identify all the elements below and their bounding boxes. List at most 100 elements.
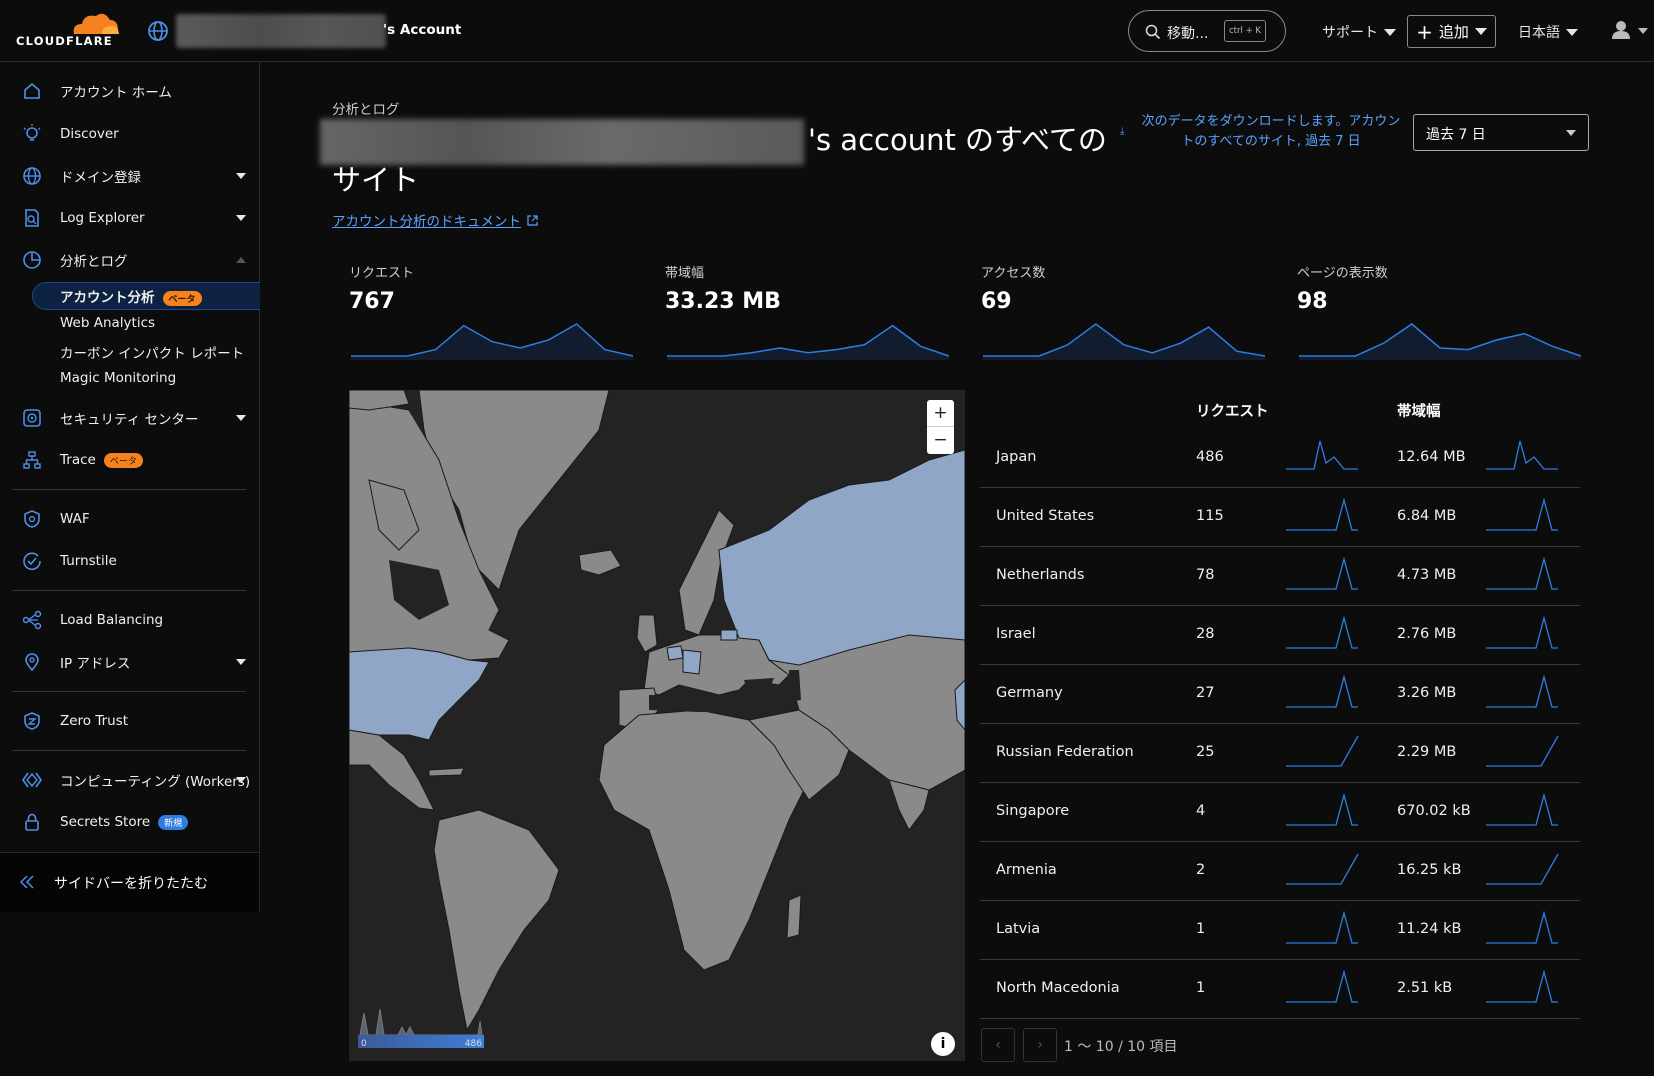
download-icon: ⤓ — [1120, 126, 1125, 137]
chevron-up-icon — [236, 257, 246, 263]
sparkline-path — [1286, 735, 1359, 767]
sidebar-item-workers[interactable]: コンピューティング (Workers) — [0, 760, 259, 800]
search-button[interactable]: 移動... ctrl + K — [1128, 10, 1286, 52]
row-sparkline — [1286, 911, 1358, 944]
row-sparkline — [1286, 735, 1359, 767]
document-icon — [25, 209, 39, 227]
previous-page-button[interactable]: ‹ — [981, 1028, 1015, 1062]
table-row[interactable]: Netherlands 78 4.73 MB — [980, 547, 1580, 606]
account-name[interactable]: 's Account — [383, 22, 461, 38]
request-count: 1 — [1196, 980, 1206, 996]
latvia-shape — [720, 629, 738, 641]
stat-sparkline — [351, 323, 633, 360]
sidebar-item-secrets-store[interactable]: Secrets Store 新規 — [0, 802, 259, 842]
stat-visits: アクセス数 69 — [981, 262, 1271, 362]
sparkline-path — [1286, 440, 1358, 470]
sidebar-item-zero-trust[interactable]: Zero Trust — [0, 701, 259, 741]
sidebar-item-label: 分析とログ — [60, 254, 128, 270]
sidebar-item-discover[interactable]: Discover — [0, 114, 259, 154]
breadcrumb[interactable]: 分析とログ — [332, 98, 400, 118]
column-header-bandwidth[interactable]: 帯域幅 — [1397, 400, 1441, 421]
collapse-sidebar-label: サイドバーを折りたたむ — [54, 876, 208, 892]
support-menu[interactable]: サポート — [1322, 22, 1396, 42]
download-data-link[interactable]: 次のデータをダウンロードします。アカウントのすべてのサイト, 過去 7 日 — [1136, 112, 1406, 152]
sidebar-item-label: IP アドレス — [60, 656, 131, 672]
trace-label: Trace — [60, 452, 96, 468]
chevron-down-icon — [236, 173, 246, 179]
sidebar-item-ip-addresses[interactable]: IP アドレス — [0, 642, 259, 682]
table-row[interactable]: Armenia 2 16.25 kB — [980, 842, 1580, 901]
stat-value: 767 — [349, 289, 395, 314]
table-row[interactable]: United States 115 6.84 MB — [980, 488, 1580, 547]
iceland-shape — [578, 549, 622, 576]
stat-label: リクエスト — [349, 266, 415, 281]
sidebar-item-label: Log Explorer — [60, 210, 145, 226]
language-menu[interactable]: 日本語 — [1518, 22, 1578, 42]
zoom-in-button[interactable]: + — [927, 400, 954, 427]
sidebar-subitem-carbon-report[interactable]: カーボン インパクト レポート — [60, 342, 244, 362]
bandwidth-value: 12.64 MB — [1397, 449, 1466, 465]
sidebar-item-analytics-logs[interactable]: 分析とログ — [0, 240, 259, 280]
request-count: 4 — [1196, 803, 1206, 819]
row-sparkline — [1286, 853, 1359, 885]
chevron-down-icon — [1566, 28, 1578, 36]
secrets-label: Secrets Store — [60, 814, 151, 830]
chevron-down-icon — [236, 659, 246, 665]
country-name: Japan — [996, 449, 1037, 465]
sidebar-item-security-center[interactable]: セキュリティ センター — [0, 398, 259, 438]
row-sparkline — [1486, 616, 1558, 649]
request-count: 486 — [1196, 449, 1224, 465]
map-legend: 0 486 — [358, 1008, 484, 1049]
search-shortcut: ctrl + K — [1224, 20, 1266, 42]
sidebar-subitem-magic-monitoring[interactable]: Magic Monitoring — [60, 370, 176, 386]
table-row[interactable]: Russian Federation 25 2.29 MB — [980, 724, 1580, 783]
row-sparkline — [1286, 675, 1358, 708]
user-menu[interactable] — [1612, 20, 1648, 44]
mexico-shape — [349, 729, 435, 811]
country-name: Israel — [996, 626, 1036, 642]
globe-icon — [148, 21, 168, 41]
table-row[interactable]: Germany 27 3.26 MB — [980, 665, 1580, 724]
next-page-button[interactable]: › — [1023, 1028, 1057, 1062]
zoom-out-button[interactable]: − — [927, 427, 954, 454]
sidebar-item-load-balancing[interactable]: Load Balancing — [0, 600, 259, 640]
table-row[interactable]: Singapore 4 670.02 kB — [980, 783, 1580, 842]
sparkline-path — [1286, 557, 1358, 590]
world-map[interactable] — [349, 390, 965, 1061]
collapse-sidebar-button[interactable]: サイドバーを折りたたむ — [0, 852, 259, 912]
lightbulb-icon — [23, 124, 41, 141]
add-button[interactable]: + 追加 — [1407, 15, 1496, 48]
row-sparkline — [1286, 440, 1358, 470]
stat-sparkline — [983, 323, 1265, 360]
sidebar-subitem-account-analytics[interactable]: アカウント分析 ベータ — [60, 286, 202, 306]
sidebar-item-waf[interactable]: WAF — [0, 499, 259, 539]
stat-value: 98 — [1297, 289, 1328, 314]
beta-badge: ベータ — [162, 290, 202, 306]
cloudflare-logo[interactable]: CLOUDFLARE — [16, 10, 124, 50]
tree-icon — [23, 451, 41, 469]
sidebar-item-trace[interactable]: Trace ベータ — [0, 440, 259, 480]
column-header-requests[interactable]: リクエスト — [1196, 400, 1269, 421]
sidebar-item-label: セキュリティ センター — [60, 412, 199, 428]
time-range-select[interactable]: 過去 7 日 — [1413, 114, 1589, 151]
table-row[interactable]: North Macedonia 1 2.51 kB — [980, 960, 1580, 1019]
table-row[interactable]: Japan 486 12.64 MB — [980, 429, 1580, 488]
chevron-down-icon — [1384, 28, 1396, 36]
sidebar-item-account-home[interactable]: アカウント ホーム — [0, 71, 259, 111]
sidebar-item-label: Zero Trust — [60, 713, 129, 729]
sidebar-item-log-explorer[interactable]: Log Explorer — [0, 198, 259, 238]
south-america-shape — [433, 809, 560, 1032]
africa-shape — [598, 709, 805, 971]
sidebar-item-domain-registration[interactable]: ドメイン登録 — [0, 156, 259, 196]
sidebar-item-turnstile[interactable]: Turnstile — [0, 541, 259, 581]
documentation-link[interactable]: アカウント分析のドキュメント — [332, 210, 538, 230]
pin-icon — [25, 653, 39, 672]
table-row[interactable]: Israel 28 2.76 MB — [980, 606, 1580, 665]
bandwidth-value: 2.29 MB — [1397, 744, 1457, 760]
zero-trust-icon — [24, 712, 40, 730]
table-row[interactable]: Latvia 1 11.24 kB — [980, 901, 1580, 960]
info-icon[interactable]: i — [931, 1032, 955, 1056]
sidebar-subitem-web-analytics[interactable]: Web Analytics — [60, 315, 155, 331]
sparkline-path — [1286, 911, 1358, 944]
sidebar-item-label: Discover — [60, 126, 119, 142]
